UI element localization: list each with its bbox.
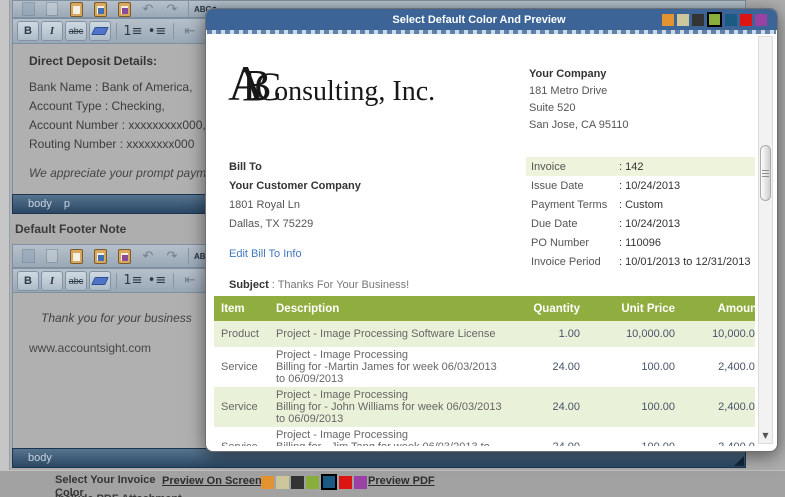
detail-row-invoice-period: Invoice Period: 10/01/2013 to 12/31/2013 bbox=[531, 255, 751, 268]
bold-button[interactable]: B bbox=[17, 21, 39, 41]
color-swatch-blue[interactable] bbox=[725, 13, 737, 26]
table-row: Product Project - Image Processing Softw… bbox=[214, 321, 755, 347]
color-swatch-blue-selected[interactable] bbox=[321, 474, 337, 490]
eraser-icon bbox=[91, 27, 109, 35]
scrollbar-down-arrow-icon[interactable]: ▼ bbox=[759, 428, 772, 443]
color-swatch-purple[interactable] bbox=[354, 475, 367, 489]
color-swatch-tan[interactable] bbox=[276, 475, 289, 489]
color-swatch-purple[interactable] bbox=[755, 13, 767, 26]
redo-icon[interactable]: ↷ bbox=[161, 1, 183, 17]
invoice-items-table: Item Description Quantity Unit Price Amo… bbox=[214, 296, 755, 446]
table-row: Service Project - Image ProcessingBillin… bbox=[214, 387, 755, 427]
subject-line: Subject : Thanks For Your Business! bbox=[229, 279, 410, 291]
dialog-scrollbar[interactable]: ▼ bbox=[758, 36, 773, 444]
paste-icon[interactable] bbox=[65, 246, 87, 266]
detail-row-invoice: Invoice: 142 bbox=[526, 157, 755, 176]
detail-row-po-number: PO Number: 110096 bbox=[531, 236, 662, 249]
undo-icon[interactable]: ↶ bbox=[137, 246, 159, 266]
numbered-list-button[interactable]: 1≡ bbox=[122, 271, 144, 291]
bullet-list-button[interactable]: •≡ bbox=[146, 21, 168, 41]
bullet-list-button[interactable]: •≡ bbox=[146, 271, 168, 291]
company-address3: San Jose, CA 95110 bbox=[529, 119, 629, 131]
invoice-preview: ABConsulting, Inc. Your Company 181 Metr… bbox=[214, 36, 755, 446]
outdent-button[interactable]: ⇤ bbox=[179, 271, 201, 291]
bill-to-block: Bill To Your Customer Company 1801 Royal… bbox=[229, 158, 361, 234]
table-row: Service Project - Image ProcessingBillin… bbox=[214, 347, 755, 387]
color-swatch-black[interactable] bbox=[291, 475, 304, 489]
color-swatch-black[interactable] bbox=[692, 13, 704, 26]
company-name: Your Company bbox=[529, 68, 607, 80]
detail-row-issue-date: Issue Date: 10/24/2013 bbox=[531, 179, 681, 192]
detail-row-payment-terms: Payment Terms: Custom bbox=[531, 198, 664, 211]
paste-icon[interactable] bbox=[65, 1, 87, 17]
breadcrumb-p[interactable]: p bbox=[64, 198, 70, 210]
paste-text-icon[interactable] bbox=[89, 246, 111, 266]
invoice-details-block: Invoice: 142 Issue Date: 10/24/2013 Paym… bbox=[526, 157, 755, 271]
company-address2: Suite 520 bbox=[529, 102, 576, 114]
invoice-color-swatches bbox=[261, 474, 367, 490]
strikethrough-button[interactable]: abc bbox=[65, 270, 87, 291]
color-swatch-green-selected[interactable] bbox=[707, 12, 722, 27]
default-footer-note-label: Default Footer Note bbox=[15, 222, 127, 236]
left-gutter bbox=[0, 0, 10, 497]
bill-to-address2: Dallas, TX 75229 bbox=[229, 218, 314, 230]
company-address1: 181 Metro Drive bbox=[529, 85, 608, 97]
scrollbar-thumb[interactable] bbox=[760, 145, 771, 201]
paste-word-icon[interactable] bbox=[113, 1, 135, 17]
color-swatch-orange[interactable] bbox=[662, 13, 674, 26]
detail-row-due-date: Due Date: 10/24/2013 bbox=[531, 217, 681, 230]
preview-on-screen-link[interactable]: Preview On Screen bbox=[162, 475, 262, 487]
italic-button[interactable]: I bbox=[41, 270, 63, 291]
dialog-header: Select Default Color And Preview bbox=[206, 9, 777, 30]
company-logo: ABConsulting, Inc. bbox=[228, 55, 436, 111]
header-color-swatches bbox=[662, 12, 777, 27]
bill-to-address1: 1801 Royal Ln bbox=[229, 199, 300, 211]
numbered-list-button[interactable]: 1≡ bbox=[122, 21, 144, 41]
bill-to-heading: Bill To bbox=[229, 161, 262, 173]
table-row: Service Project - Image ProcessingBillin… bbox=[214, 427, 755, 446]
color-swatch-orange[interactable] bbox=[261, 475, 274, 489]
color-swatch-green[interactable] bbox=[306, 475, 319, 489]
color-preview-dialog: Select Default Color And Preview ABConsu… bbox=[205, 8, 778, 452]
invoice-color-bar: Select Your Invoice Color Preview On Scr… bbox=[0, 470, 785, 497]
color-swatch-red[interactable] bbox=[339, 475, 352, 489]
remove-format-button[interactable] bbox=[89, 21, 111, 41]
outdent-button[interactable]: ⇤ bbox=[179, 21, 201, 41]
breadcrumb-body[interactable]: body bbox=[28, 452, 52, 464]
paste-text-icon[interactable] bbox=[89, 1, 111, 17]
cut-icon[interactable] bbox=[17, 246, 39, 266]
resize-grip-icon[interactable] bbox=[734, 456, 744, 466]
your-company-block: Your Company 181 Metro Drive Suite 520 S… bbox=[529, 66, 628, 134]
breadcrumb-body[interactable]: body bbox=[28, 198, 52, 210]
color-swatch-tan[interactable] bbox=[677, 13, 689, 26]
eraser-icon bbox=[91, 276, 109, 285]
remove-format-button[interactable] bbox=[89, 270, 111, 291]
bold-button[interactable]: B bbox=[17, 270, 39, 291]
strikethrough-button[interactable]: abc bbox=[65, 21, 87, 41]
bill-to-name: Your Customer Company bbox=[229, 180, 361, 192]
color-swatch-red[interactable] bbox=[740, 13, 752, 26]
paste-word-icon[interactable] bbox=[113, 246, 135, 266]
include-pdf-attachment-label: Include PDF Attachment bbox=[55, 493, 182, 497]
preview-pdf-link[interactable]: Preview PDF bbox=[368, 475, 435, 487]
redo-icon[interactable]: ↷ bbox=[161, 246, 183, 266]
undo-icon[interactable]: ↶ bbox=[137, 1, 159, 17]
dialog-title: Select Default Color And Preview bbox=[392, 13, 566, 26]
header-dashed-divider bbox=[207, 30, 776, 34]
italic-button[interactable]: I bbox=[41, 21, 63, 41]
edit-bill-to-link[interactable]: Edit Bill To Info bbox=[229, 248, 302, 260]
cut-icon[interactable] bbox=[17, 1, 39, 17]
copy-icon[interactable] bbox=[41, 246, 63, 266]
table-header-row: Item Description Quantity Unit Price Amo… bbox=[214, 296, 755, 321]
copy-icon[interactable] bbox=[41, 1, 63, 17]
